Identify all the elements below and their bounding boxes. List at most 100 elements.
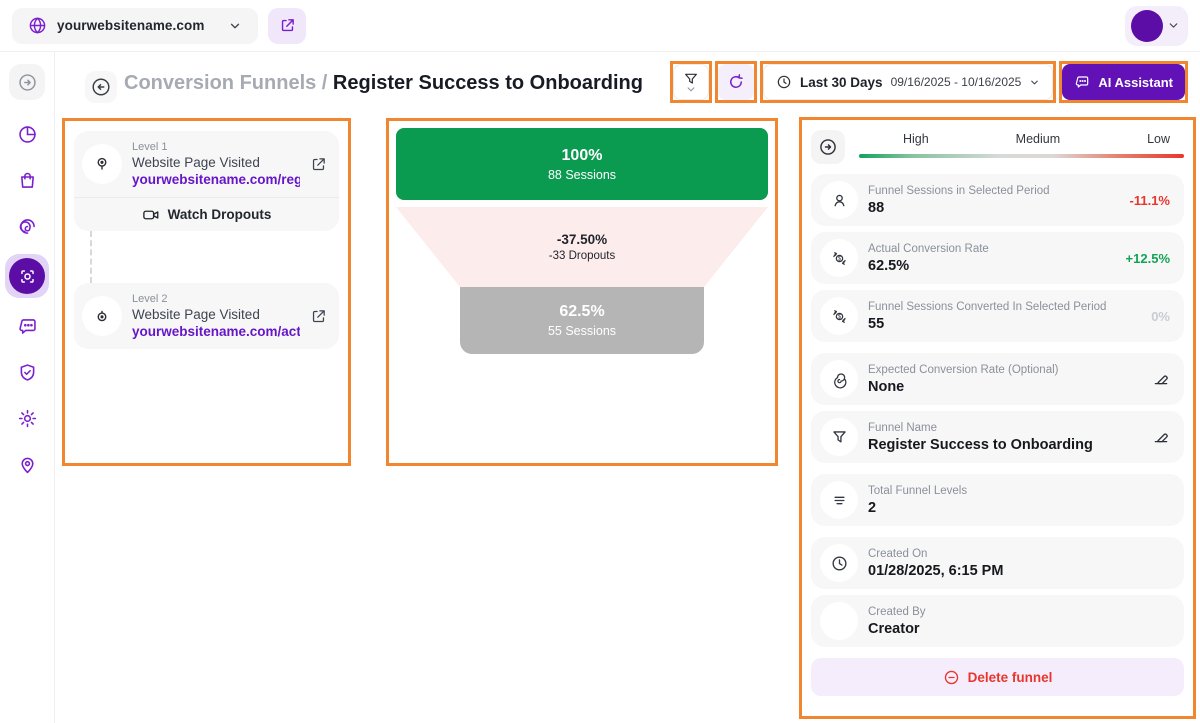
stat-text: Expected Conversion Rate (Optional) None [868, 364, 1142, 395]
open-website-button[interactable] [268, 8, 306, 44]
avatar [1131, 10, 1163, 42]
conversion-dollar-icon: $ [820, 239, 858, 277]
stat-value: 88 [868, 200, 1120, 216]
circle-arrow-left-icon [90, 76, 112, 98]
sidebar-item-security[interactable] [9, 354, 45, 390]
person-icon [820, 181, 858, 219]
ai-assistant-button[interactable]: AI Assistant [1062, 64, 1185, 100]
page-visited-icon [82, 144, 122, 184]
stat-text: Funnel Sessions Converted In Selected Pe… [868, 301, 1141, 332]
edit-eraser-icon[interactable] [1152, 428, 1170, 446]
website-selector[interactable]: yourwebsitename.com [12, 8, 258, 44]
level-2-card[interactable]: Level 2 Website Page Visited yourwebsite… [74, 283, 339, 349]
sidebar-item-orders[interactable] [9, 162, 45, 198]
breadcrumb-parent[interactable]: Conversion Funnels / [124, 72, 327, 94]
delta-badge: 0% [1151, 309, 1170, 324]
top-bar: yourwebsitename.com [0, 0, 1200, 52]
level-url-link[interactable]: yourwebsitename.com/register [132, 172, 300, 187]
watch-dropouts-button[interactable]: Watch Dropouts [74, 197, 339, 231]
stat-text: Funnel Sessions in Selected Period 88 [868, 185, 1120, 216]
stat-expected-conversion: Expected Conversion Rate (Optional) None [811, 353, 1184, 405]
filter-button[interactable] [673, 64, 709, 100]
stat-text: Created On 01/28/2025, 6:15 PM [868, 548, 1170, 579]
funnel-stage-1[interactable]: 100% 88 Sessions [396, 128, 768, 200]
funnel-levels-panel: Level 1 Website Page Visited yourwebsite… [62, 118, 351, 466]
delete-funnel-button[interactable]: Delete funnel [811, 658, 1184, 696]
stat-value: 2 [868, 500, 1170, 516]
back-button[interactable] [85, 71, 117, 103]
stat-value: Register Success to Onboarding [868, 437, 1142, 453]
lines-icon [820, 481, 858, 519]
funnel-chart-panel: 100% 88 Sessions -37.50% -33 Dropouts 62… [386, 118, 778, 466]
stat-label: Created On [868, 548, 1170, 560]
level-badge: Level 1 [132, 141, 300, 153]
sidebar-item-recordings[interactable] [9, 208, 45, 244]
sidebar-item-settings[interactable] [9, 400, 45, 436]
chevron-down-icon [1167, 19, 1180, 32]
stat-funnel-sessions: Funnel Sessions in Selected Period 88 -1… [811, 174, 1184, 226]
sidebar-item-feedback[interactable] [9, 308, 45, 344]
stat-created-by: Created By Creator [811, 595, 1184, 647]
level-1-card[interactable]: Level 1 Website Page Visited yourwebsite… [74, 131, 339, 231]
external-link-icon [279, 17, 296, 34]
date-range-selector[interactable]: Last 30 Days 09/16/2025 - 10/16/2025 [763, 64, 1053, 100]
globe-icon [28, 16, 47, 35]
chat-dots-icon [1074, 74, 1090, 90]
date-range-value: 09/16/2025 - 10/16/2025 [891, 75, 1022, 89]
refresh-button[interactable] [718, 64, 754, 100]
ai-annotation: AI Assistant [1059, 61, 1188, 103]
level-2-text: Level 2 Website Page Visited yourwebsite… [132, 293, 300, 339]
circle-arrow-right-icon [17, 72, 38, 93]
sidebar-item-funnels-active[interactable] [5, 254, 49, 298]
ai-assistant-label: AI Assistant [1098, 75, 1173, 90]
gear-icon [17, 408, 38, 429]
clock-icon [820, 544, 858, 582]
level-event: Website Page Visited [132, 307, 300, 322]
creator-avatar [820, 602, 858, 640]
legend-low: Low [1147, 132, 1170, 146]
shield-check-icon [17, 362, 38, 383]
video-camera-icon [142, 207, 160, 223]
stage-2-sessions: 55 Sessions [548, 324, 616, 338]
website-name: yourwebsitename.com [57, 18, 204, 33]
stage-1-sessions: 88 Sessions [548, 168, 616, 182]
stat-created-on: Created On 01/28/2025, 6:15 PM [811, 537, 1184, 589]
target-dot-icon [82, 296, 122, 336]
stat-label: Total Funnel Levels [868, 485, 1170, 497]
stat-text: Funnel Name Register Success to Onboardi… [868, 422, 1142, 453]
dropout-percent: -37.50% [557, 232, 607, 247]
funnel-stage-2[interactable]: 62.5% 55 Sessions [460, 287, 704, 354]
stat-label: Funnel Sessions in Selected Period [868, 185, 1120, 197]
date-range-label: Last 30 Days [800, 75, 883, 90]
user-menu[interactable] [1125, 6, 1188, 46]
sidebar-item-analytics[interactable] [9, 116, 45, 152]
stat-text: Total Funnel Levels 2 [868, 485, 1170, 516]
sidebar-item-locations[interactable] [9, 446, 45, 482]
stat-label: Actual Conversion Rate [868, 243, 1116, 255]
performance-legend: High Medium Low [859, 130, 1184, 158]
delta-badge: -11.1% [1130, 193, 1170, 208]
legend-gradient-bar [859, 154, 1184, 158]
stat-total-levels: Total Funnel Levels 2 [811, 474, 1184, 526]
edit-eraser-icon[interactable] [1152, 370, 1170, 388]
delete-funnel-label: Delete funnel [968, 670, 1053, 685]
funnel-filter-icon [683, 72, 699, 86]
minus-circle-icon [943, 669, 960, 686]
breadcrumb: Conversion Funnels / Register Success to… [124, 72, 643, 95]
external-link-icon[interactable] [310, 156, 327, 173]
level-url-link[interactable]: yourwebsitename.com/activa... [132, 324, 300, 339]
collapse-panel-button[interactable] [811, 130, 845, 164]
stat-text: Actual Conversion Rate 62.5% [868, 243, 1116, 274]
stage-2-percent: 62.5% [559, 303, 604, 321]
stat-value: 62.5% [868, 258, 1116, 274]
funnel-outline-icon [820, 418, 858, 456]
stat-label: Funnel Sessions Converted In Selected Pe… [868, 301, 1141, 313]
dropout-label: -33 Dropouts [549, 250, 615, 262]
sidebar-toggle-button[interactable] [9, 64, 45, 100]
shopping-bag-icon [17, 170, 38, 191]
stat-label: Expected Conversion Rate (Optional) [868, 364, 1142, 376]
external-link-icon[interactable] [310, 308, 327, 325]
stat-text: Created By Creator [868, 606, 1170, 637]
funnel-dropout-segment[interactable]: -37.50% -33 Dropouts [396, 207, 768, 287]
stat-label: Funnel Name [868, 422, 1142, 434]
